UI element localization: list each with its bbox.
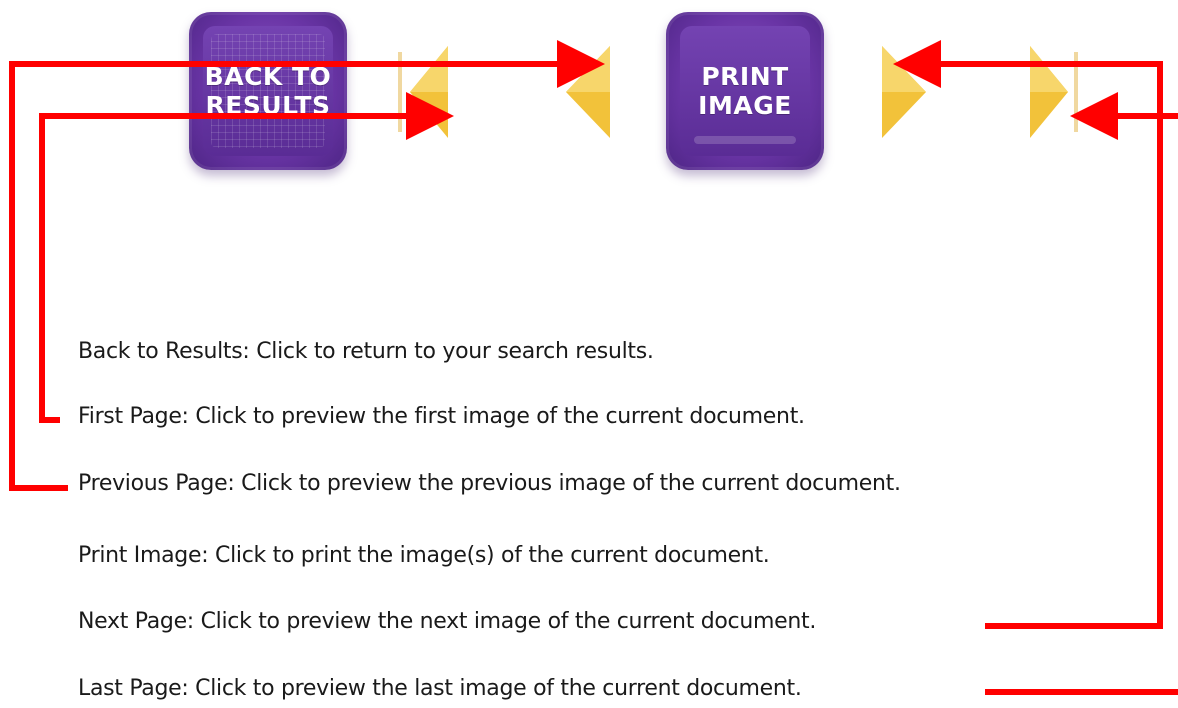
next-page-button[interactable]: [874, 42, 934, 142]
last-page-icon: [1030, 46, 1078, 138]
print-image-label: PRINT IMAGE: [698, 62, 792, 120]
help-diagram: BACK TO RESULTS PRINT IMAGE Back to Resu…: [0, 0, 1178, 708]
back-to-results-button[interactable]: BACK TO RESULTS: [189, 12, 347, 170]
printer-tray-icon: [694, 136, 796, 144]
back-to-results-label: BACK TO RESULTS: [204, 62, 332, 120]
next-arrow-icon: [882, 46, 926, 138]
print-image-button[interactable]: PRINT IMAGE: [666, 12, 824, 170]
previous-page-description: Previous Page: Click to preview the prev…: [78, 471, 901, 496]
first-page-description: First Page: Click to preview the first i…: [78, 404, 805, 429]
next-page-connector: [893, 40, 1163, 629]
previous-page-button[interactable]: [560, 42, 620, 142]
last-page-description: Last Page: Click to preview the last ima…: [78, 676, 802, 701]
first-page-icon: [398, 46, 448, 138]
back-to-results-description: Back to Results: Click to return to your…: [78, 339, 654, 364]
last-page-button[interactable]: [1024, 42, 1084, 142]
next-page-description: Next Page: Click to preview the next ima…: [78, 609, 817, 634]
previous-arrow-icon: [566, 46, 610, 138]
print-image-description: Print Image: Click to print the image(s)…: [78, 543, 770, 568]
first-page-button[interactable]: [396, 42, 456, 142]
